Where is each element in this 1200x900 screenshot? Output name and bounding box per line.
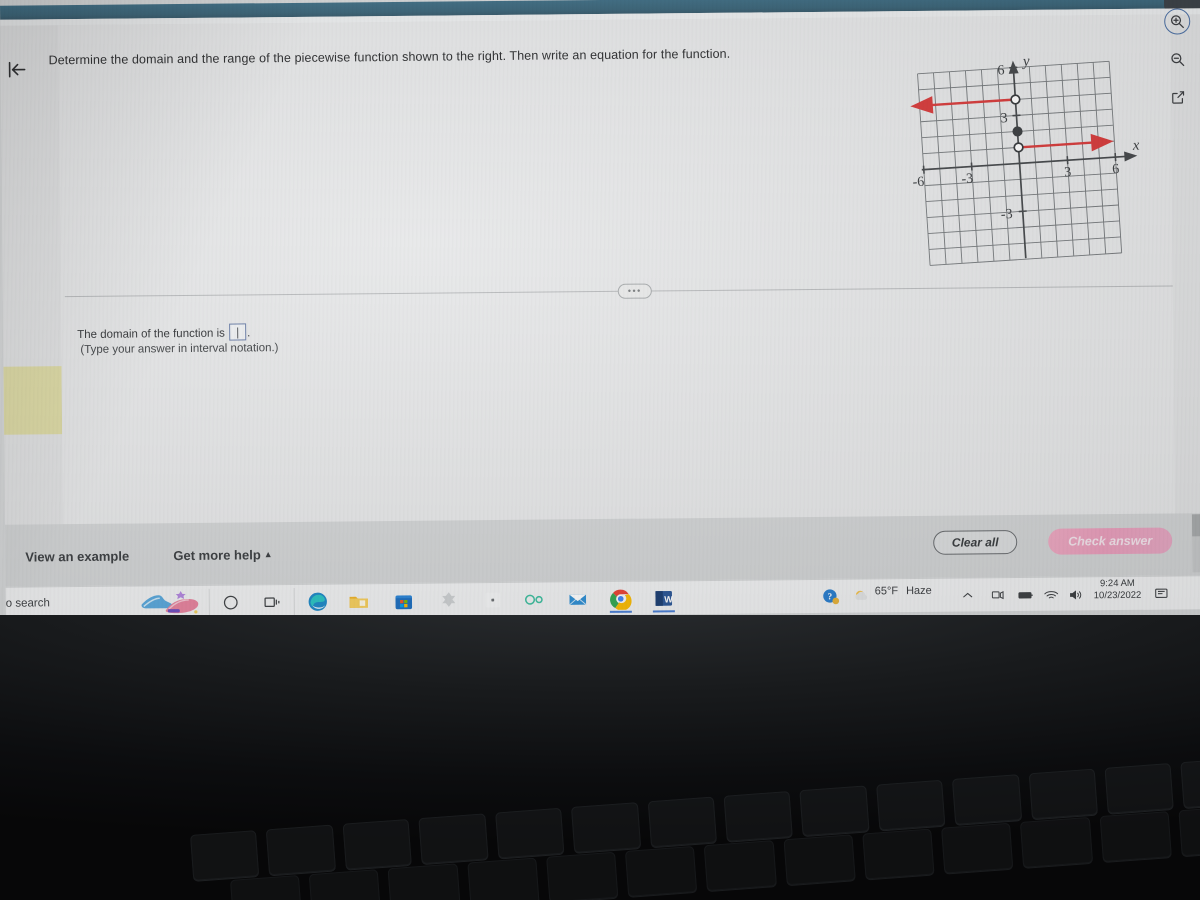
svg-text:y: y bbox=[1020, 53, 1030, 70]
tray-battery-icon[interactable] bbox=[1013, 582, 1039, 608]
tray-clock[interactable]: 9:24 AM 10/23/2022 bbox=[1094, 578, 1142, 602]
tray-date: 10/23/2022 bbox=[1093, 589, 1142, 602]
tray-weather-temp: 65°F bbox=[874, 585, 899, 598]
taskbar-word-active-indicator bbox=[652, 610, 675, 613]
key bbox=[1020, 816, 1093, 868]
svg-text:-3: -3 bbox=[1000, 207, 1013, 223]
screenshot-root: ▲ ▼ Determine the domain and the range o… bbox=[0, 0, 1200, 900]
key bbox=[546, 851, 619, 900]
taskbar-mail-icon[interactable] bbox=[565, 586, 591, 612]
function-graph: x y -6 -3 3 6 3 6 -3 bbox=[900, 45, 1152, 282]
clear-all-button[interactable]: Clear all bbox=[933, 530, 1018, 555]
svg-text:3: 3 bbox=[1064, 165, 1072, 180]
key bbox=[783, 834, 856, 886]
homework-app: ▲ ▼ Determine the domain and the range o… bbox=[0, 14, 1200, 538]
get-more-help-label: Get more help bbox=[173, 547, 261, 564]
svg-text:-6: -6 bbox=[912, 175, 925, 191]
taskbar-file-explorer-icon[interactable] bbox=[346, 588, 372, 614]
pop-out-icon[interactable] bbox=[1165, 84, 1191, 110]
tray-weather-icon[interactable] bbox=[849, 583, 875, 609]
domain-input[interactable] bbox=[228, 323, 247, 341]
taskbar-infinity-icon[interactable] bbox=[522, 587, 548, 613]
tray-volume-icon[interactable] bbox=[1063, 581, 1089, 607]
caret-up-icon: ▲ bbox=[263, 549, 273, 560]
closed-point-0-2 bbox=[1012, 126, 1023, 137]
key bbox=[309, 869, 382, 900]
key bbox=[494, 807, 565, 859]
action-bar-scrollbar-thumb[interactable] bbox=[1191, 514, 1200, 537]
tray-help-icon[interactable]: ? bbox=[818, 584, 844, 610]
open-endpoint-0-1 bbox=[1013, 142, 1024, 153]
get-more-help-link[interactable]: Get more help ▲ bbox=[173, 547, 272, 563]
key bbox=[190, 830, 260, 881]
zoom-in-icon[interactable] bbox=[1164, 8, 1191, 35]
svg-text:6: 6 bbox=[997, 63, 1005, 78]
tray-wifi-icon[interactable] bbox=[1038, 582, 1064, 608]
svg-text:6: 6 bbox=[1112, 162, 1120, 177]
key bbox=[571, 802, 641, 853]
domain-prompt-period: . bbox=[247, 327, 251, 340]
key bbox=[875, 779, 946, 831]
view-example-link[interactable]: View an example bbox=[25, 549, 129, 565]
key bbox=[1104, 762, 1175, 814]
key bbox=[625, 845, 698, 897]
svg-text:3: 3 bbox=[1000, 111, 1008, 126]
laptop-screen: ▲ ▼ Determine the domain and the range o… bbox=[0, 0, 1200, 615]
taskbar-chrome-icon[interactable] bbox=[608, 586, 634, 612]
taskbar-app-gray-icon[interactable] bbox=[436, 587, 462, 613]
taskbar-edge-icon[interactable] bbox=[305, 589, 331, 615]
svg-text:x: x bbox=[1131, 137, 1140, 153]
taskbar-app-white-icon[interactable] bbox=[480, 587, 506, 613]
tray-weather-text[interactable]: 65°F Haze bbox=[875, 585, 932, 598]
key bbox=[1180, 757, 1200, 809]
tray-chevron-up-icon[interactable] bbox=[955, 582, 981, 608]
open-endpoint-0-4 bbox=[1010, 94, 1021, 105]
more-options-button[interactable]: ••• bbox=[617, 283, 652, 299]
taskbar-chrome-active-indicator bbox=[609, 610, 632, 613]
zoom-out-icon[interactable] bbox=[1164, 46, 1190, 72]
key bbox=[1178, 805, 1200, 857]
back-button[interactable] bbox=[3, 55, 31, 83]
key bbox=[388, 863, 461, 900]
svg-text:W: W bbox=[664, 594, 673, 604]
background-window-highlight bbox=[3, 366, 63, 435]
domain-answer-row: The domain of the function is . bbox=[77, 323, 250, 342]
key bbox=[862, 828, 935, 880]
taskbar-widget-fitness[interactable] bbox=[138, 588, 204, 615]
key bbox=[1099, 811, 1172, 863]
key bbox=[342, 818, 413, 870]
search-input[interactable]: o search bbox=[6, 597, 50, 609]
tray-notifications-icon[interactable] bbox=[1149, 581, 1175, 607]
graph-svg: x y -6 -3 3 6 3 6 -3 bbox=[910, 53, 1140, 266]
key bbox=[941, 822, 1014, 874]
taskbar-cortana-icon[interactable] bbox=[218, 589, 244, 615]
key bbox=[266, 824, 336, 876]
key bbox=[704, 840, 777, 892]
tray-devices-icon[interactable] bbox=[985, 582, 1011, 608]
key bbox=[647, 796, 717, 848]
key bbox=[723, 790, 794, 842]
taskbar-task-view-icon[interactable] bbox=[259, 589, 285, 615]
graph-tool-rail bbox=[1160, 8, 1195, 122]
key bbox=[467, 857, 540, 900]
taskbar-microsoft-store-icon[interactable] bbox=[391, 588, 417, 614]
svg-text:?: ? bbox=[828, 591, 833, 601]
domain-prompt-label: The domain of the function is bbox=[77, 327, 225, 342]
taskbar-word-icon[interactable]: W bbox=[651, 585, 677, 611]
key bbox=[230, 874, 303, 900]
check-answer-button[interactable]: Check answer bbox=[1048, 527, 1173, 555]
key bbox=[952, 774, 1022, 825]
graph-axes bbox=[921, 68, 1130, 259]
answer-format-hint: (Type your answer in interval notation.) bbox=[80, 342, 279, 357]
key bbox=[799, 785, 870, 837]
svg-text:-3: -3 bbox=[961, 171, 974, 187]
tray-weather-desc: Haze bbox=[905, 584, 932, 598]
key bbox=[1028, 768, 1098, 820]
tray-time: 9:24 AM bbox=[1099, 577, 1135, 590]
key bbox=[418, 813, 489, 865]
